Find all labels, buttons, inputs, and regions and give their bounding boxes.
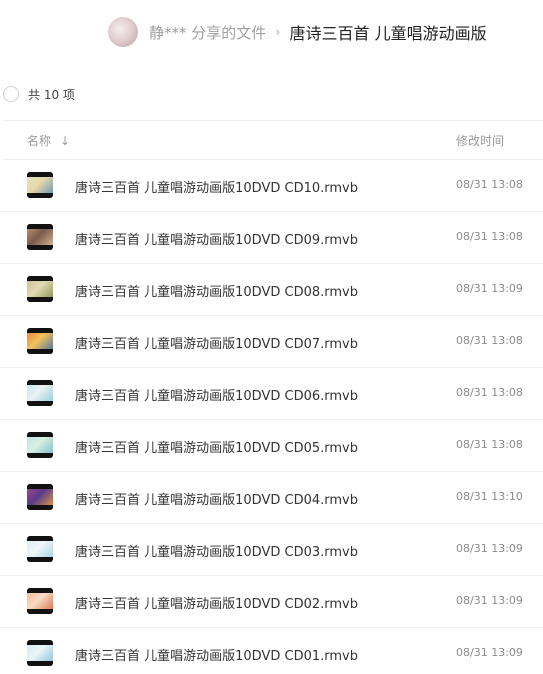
file-name[interactable]: 唐诗三百首 儿童唱游动画版10DVD CD03.rmvb	[75, 541, 358, 560]
video-thumbnail-icon	[27, 224, 53, 250]
file-row[interactable]: 唐诗三百首 儿童唱游动画版10DVD CD06.rmvb 08/31 13:08	[0, 368, 543, 420]
file-row[interactable]: 唐诗三百首 儿童唱游动画版10DVD CD04.rmvb 08/31 13:10	[0, 472, 543, 524]
file-row[interactable]: 唐诗三百首 儿童唱游动画版10DVD CD08.rmvb 08/31 13:09	[0, 264, 543, 316]
video-thumbnail-icon	[27, 640, 53, 666]
file-name[interactable]: 唐诗三百首 儿童唱游动画版10DVD CD02.rmvb	[75, 593, 358, 612]
breadcrumb-owner-link[interactable]: 静*** 分享的文件	[149, 22, 266, 43]
file-row[interactable]: 唐诗三百首 儿童唱游动画版10DVD CD05.rmvb 08/31 13:08	[0, 420, 543, 472]
video-thumbnail-icon	[27, 276, 53, 302]
file-name[interactable]: 唐诗三百首 儿童唱游动画版10DVD CD08.rmvb	[75, 281, 358, 300]
file-modified-time: 08/31 13:08	[456, 438, 523, 451]
column-header: 名称 ↓ 修改时间	[0, 126, 543, 156]
file-share-page: 静*** 分享的文件 › 唐诗三百首 儿童唱游动画版 共 10 项 名称 ↓ 修…	[0, 0, 543, 674]
video-thumbnail-icon	[27, 380, 53, 406]
file-name[interactable]: 唐诗三百首 儿童唱游动画版10DVD CD04.rmvb	[75, 489, 358, 508]
avatar[interactable]	[108, 17, 138, 47]
video-thumbnail-icon	[27, 484, 53, 510]
column-time-label: 修改时间	[456, 134, 505, 148]
breadcrumb: 静*** 分享的文件 › 唐诗三百首 儿童唱游动画版	[108, 16, 487, 48]
video-thumbnail-icon	[27, 172, 53, 198]
breadcrumb-current-folder: 唐诗三百首 儿童唱游动画版	[289, 24, 487, 43]
file-modified-time: 08/31 13:08	[456, 230, 523, 243]
select-all-checkbox[interactable]	[3, 86, 19, 102]
file-name[interactable]: 唐诗三百首 儿童唱游动画版10DVD CD09.rmvb	[75, 229, 358, 248]
file-modified-time: 08/31 13:10	[456, 490, 523, 503]
file-modified-time: 08/31 13:09	[456, 542, 523, 555]
video-thumbnail-icon	[27, 432, 53, 458]
video-thumbnail-icon	[27, 536, 53, 562]
file-row[interactable]: 唐诗三百首 儿童唱游动画版10DVD CD07.rmvb 08/31 13:08	[0, 316, 543, 368]
selection-bar: 共 10 项	[3, 84, 75, 104]
file-row[interactable]: 唐诗三百首 儿童唱游动画版10DVD CD09.rmvb 08/31 13:08	[0, 212, 543, 264]
file-modified-time: 08/31 13:08	[456, 334, 523, 347]
file-modified-time: 08/31 13:08	[456, 386, 523, 399]
file-modified-time: 08/31 13:09	[456, 594, 523, 607]
column-name-sort[interactable]: 名称 ↓	[27, 132, 70, 149]
file-row[interactable]: 唐诗三百首 儿童唱游动画版10DVD CD01.rmvb 08/31 13:09	[0, 628, 543, 674]
file-modified-time: 08/31 13:09	[456, 282, 523, 295]
file-name[interactable]: 唐诗三百首 儿童唱游动画版10DVD CD05.rmvb	[75, 437, 358, 456]
file-name[interactable]: 唐诗三百首 儿童唱游动画版10DVD CD10.rmvb	[75, 177, 358, 196]
file-name[interactable]: 唐诗三百首 儿童唱游动画版10DVD CD01.rmvb	[75, 645, 358, 664]
file-modified-time: 08/31 13:09	[456, 646, 523, 659]
file-name[interactable]: 唐诗三百首 儿童唱游动画版10DVD CD07.rmvb	[75, 333, 358, 352]
divider	[3, 120, 543, 121]
item-count: 共 10 项	[28, 87, 75, 102]
file-list: 唐诗三百首 儿童唱游动画版10DVD CD10.rmvb 08/31 13:08 唐…	[0, 160, 543, 674]
video-thumbnail-icon	[27, 328, 53, 354]
file-row[interactable]: 唐诗三百首 儿童唱游动画版10DVD CD10.rmvb 08/31 13:08	[0, 160, 543, 212]
file-modified-time: 08/31 13:08	[456, 178, 523, 191]
file-name[interactable]: 唐诗三百首 儿童唱游动画版10DVD CD06.rmvb	[75, 385, 358, 404]
file-row[interactable]: 唐诗三百首 儿童唱游动画版10DVD CD03.rmvb 08/31 13:09	[0, 524, 543, 576]
arrow-down-icon: ↓	[60, 133, 71, 148]
column-name-label: 名称	[27, 134, 52, 148]
video-thumbnail-icon	[27, 588, 53, 614]
file-row[interactable]: 唐诗三百首 儿童唱游动画版10DVD CD02.rmvb 08/31 13:09	[0, 576, 543, 628]
breadcrumb-chevron-icon: ›	[275, 24, 281, 40]
